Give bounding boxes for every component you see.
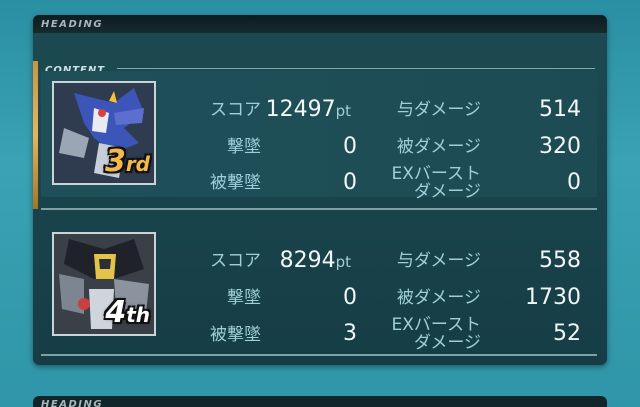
dmg-dealt-label: 与ダメージ xyxy=(396,251,481,271)
dmg-taken-value: 1730 xyxy=(525,285,581,310)
rank-badge-2: 4th xyxy=(105,295,150,330)
pt-unit: pt xyxy=(335,253,351,271)
kills-value: 0 xyxy=(343,134,357,159)
player-row-2[interactable]: 4th スコア 8294pt 撃墜 0 被撃墜 3 与ダメージ 558 被ダメー… xyxy=(41,231,597,357)
rank-suffix: th xyxy=(126,303,150,327)
kills-label: 撃墜 xyxy=(227,288,261,308)
ex-burst-line2: ダメージ xyxy=(413,182,481,202)
rank-suffix: rd xyxy=(125,152,150,176)
dmg-taken-label: 被ダメージ xyxy=(396,288,481,308)
score-number: 12497 xyxy=(265,97,336,122)
kills-label: 撃墜 xyxy=(227,137,261,157)
deaths-label: 被撃墜 xyxy=(210,325,261,345)
ex-burst-value: 52 xyxy=(553,321,581,346)
player-row-1[interactable]: 3rd スコア 12497pt 撃墜 0 被撃墜 0 与ダメージ 514 被ダメ… xyxy=(41,71,597,201)
dmg-taken-label: 被ダメージ xyxy=(396,137,481,157)
result-panel: HEADING CONTENT 3rd スコア 12497pt 撃墜 0 被撃墜 xyxy=(33,15,607,365)
dmg-dealt-value: 558 xyxy=(539,248,581,273)
ex-burst-label: EXバースト ダメージ xyxy=(371,165,481,201)
kills-value: 0 xyxy=(343,285,357,310)
score-value: 12497pt xyxy=(251,97,351,122)
rank-badge-1: 3rd xyxy=(105,144,150,179)
highlight-bar xyxy=(33,61,38,209)
ex-burst-value: 0 xyxy=(567,170,581,195)
ex-burst-line1: EXバースト xyxy=(391,315,481,335)
panel-header: HEADING xyxy=(33,15,607,33)
next-panel-heading: HEADING xyxy=(41,399,104,407)
rank-number: 4 xyxy=(105,295,127,330)
ex-burst-label: EXバースト ダメージ xyxy=(371,316,481,352)
content-divider xyxy=(117,68,595,69)
score-value: 8294pt xyxy=(251,248,351,273)
panel-heading: HEADING xyxy=(41,18,104,30)
ex-burst-line1: EXバースト xyxy=(391,164,481,184)
score-label: スコア xyxy=(210,251,261,271)
next-panel-header: HEADING xyxy=(33,396,607,407)
deaths-value: 3 xyxy=(343,321,357,346)
pt-unit: pt xyxy=(335,102,351,120)
ex-burst-line2: ダメージ xyxy=(413,333,481,353)
rank-number: 3 xyxy=(104,144,126,179)
deaths-label: 被撃墜 xyxy=(210,173,261,193)
score-number: 8294 xyxy=(279,248,336,273)
deaths-value: 0 xyxy=(343,170,357,195)
mech-portrait-2: 4th xyxy=(52,232,156,336)
dmg-dealt-label: 与ダメージ xyxy=(396,100,481,120)
dmg-taken-value: 320 xyxy=(539,134,581,159)
row-divider xyxy=(41,354,597,356)
score-label: スコア xyxy=(210,100,261,120)
mech-portrait-1: 3rd xyxy=(52,81,156,185)
row-divider xyxy=(41,208,597,210)
dmg-dealt-value: 514 xyxy=(539,97,581,122)
